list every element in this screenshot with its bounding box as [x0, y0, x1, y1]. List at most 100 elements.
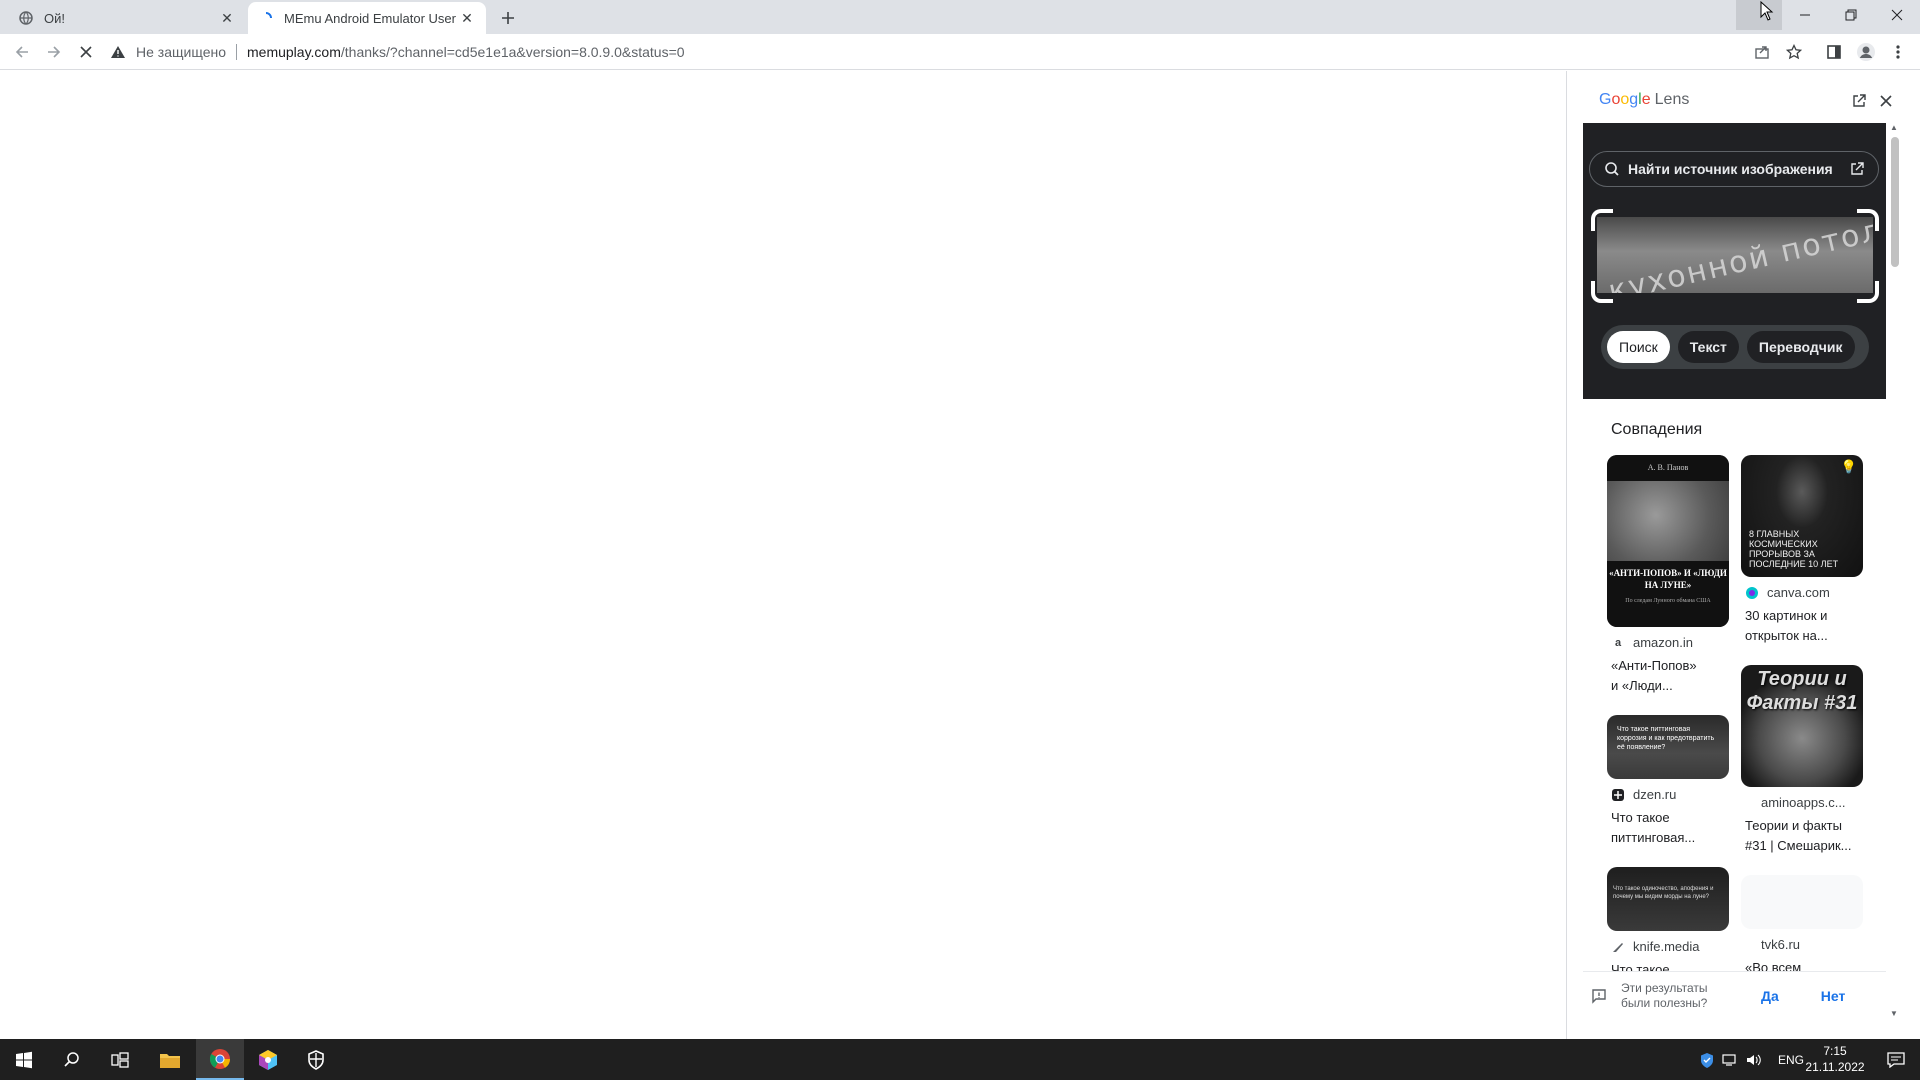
star-icon: [1786, 44, 1802, 60]
defender-taskbar-button[interactable]: [292, 1039, 340, 1080]
result-thumbnail[interactable]: А. В. Панов «АНТИ-ПОПОВ» И «ЛЮДИ НА ЛУНЕ…: [1607, 455, 1729, 627]
thumb-text: Что такое питтинговая коррозия и как пре…: [1617, 726, 1715, 751]
caption-line: Теории и факты: [1745, 818, 1842, 833]
result-source: a amazon.in: [1611, 635, 1731, 650]
result-source: canva.com: [1745, 585, 1865, 600]
open-external-icon: [1851, 162, 1864, 175]
warning-icon[interactable]: [110, 45, 128, 59]
result-card-amazon[interactable]: А. В. Панов «АНТИ-ПОПОВ» И «ЛЮДИ НА ЛУНЕ…: [1607, 455, 1731, 696]
result-source: dzen.ru: [1611, 787, 1731, 802]
menu-button[interactable]: [1886, 40, 1910, 64]
lightbulb-icon: 💡: [1840, 459, 1857, 474]
restore-button[interactable]: [1828, 0, 1874, 30]
feedback-yes-button[interactable]: Да: [1761, 988, 1779, 1004]
stop-icon: [80, 46, 92, 58]
chrome-taskbar-button[interactable]: [196, 1039, 244, 1080]
folder-icon: [160, 1053, 180, 1068]
mode-translate[interactable]: Переводчик: [1746, 331, 1855, 363]
find-image-source-label: Найти источник изображения: [1628, 161, 1833, 177]
crop-handle-top-right[interactable]: [1857, 209, 1879, 231]
security-label[interactable]: Не защищено: [136, 44, 226, 60]
url-path: /thanks/?channel=cd5e1e1a&version=8.0.9.…: [340, 44, 685, 60]
start-button[interactable]: [0, 1039, 48, 1080]
tab-oops[interactable]: Ой! ✕: [8, 2, 246, 34]
result-thumbnail[interactable]: 💡 8 ГЛАВНЫХ КОСМИЧЕСКИХ ПРОРЫВОВ ЗА ПОСЛ…: [1741, 455, 1863, 577]
share-button[interactable]: [1750, 40, 1774, 64]
task-view-button[interactable]: [96, 1039, 144, 1080]
notifications-button[interactable]: [1872, 1039, 1920, 1080]
caption-line: Что такое: [1611, 810, 1670, 825]
open-in-new-tab-button[interactable]: [1852, 94, 1866, 113]
amazon-icon: a: [1614, 636, 1622, 649]
dzen-icon: [1611, 788, 1625, 802]
bookmark-button[interactable]: [1782, 40, 1806, 64]
back-button[interactable]: [10, 40, 34, 64]
close-panel-button[interactable]: [1880, 94, 1892, 112]
lens-mode-switcher: Поиск Текст Переводчик: [1601, 325, 1869, 369]
volume-tray-icon[interactable]: [1742, 1053, 1766, 1067]
result-source: knife.media: [1611, 939, 1731, 954]
result-card-aminoapps[interactable]: Теории и Факты #31 aminoapps.c... Теории…: [1741, 665, 1865, 856]
caption-line: открыток на...: [1745, 628, 1828, 643]
forward-button[interactable]: [42, 40, 66, 64]
result-thumbnail[interactable]: Что такое одиночество, апофения и почему…: [1607, 867, 1729, 931]
result-card-dzen[interactable]: Что такое питтинговая коррозия и как пре…: [1607, 715, 1731, 848]
result-thumbnail[interactable]: Что такое питтинговая коррозия и как пре…: [1607, 715, 1729, 779]
crop-handle-bottom-right[interactable]: [1857, 281, 1879, 303]
mode-search[interactable]: Поиск: [1607, 331, 1670, 363]
restore-icon: [1845, 9, 1857, 21]
result-source: tvk6.ru: [1761, 937, 1865, 952]
open-external-icon: [1853, 94, 1866, 107]
mode-text[interactable]: Текст: [1677, 331, 1739, 363]
close-window-button[interactable]: [1874, 0, 1920, 30]
app-taskbar-button[interactable]: [244, 1039, 292, 1080]
taskbar-clock[interactable]: 7:15 21.11.2022: [1800, 1043, 1870, 1075]
side-panel-button[interactable]: [1822, 40, 1846, 64]
source-label: tvk6.ru: [1761, 937, 1801, 952]
minimize-icon: [1800, 14, 1810, 16]
result-card-tvk6[interactable]: tvk6.ru «Во всем: [1741, 875, 1865, 978]
scroll-up-icon[interactable]: ▲: [1890, 123, 1898, 132]
side-panel-icon: [1827, 45, 1841, 59]
result-card-canva[interactable]: 💡 8 ГЛАВНЫХ КОСМИЧЕСКИХ ПРОРЫВОВ ЗА ПОСЛ…: [1741, 455, 1865, 646]
tab-memu[interactable]: MEmu Android Emulator User Gu ✕: [248, 2, 486, 34]
windows-security-tray-icon[interactable]: [1696, 1052, 1718, 1068]
tab-close-icon[interactable]: ✕: [218, 9, 236, 27]
profile-button[interactable]: [1854, 40, 1878, 64]
caption-line: питтинговая...: [1611, 830, 1696, 845]
search-button[interactable]: [48, 1039, 96, 1080]
thumb-text: Что такое одиночество, апофения и почему…: [1613, 886, 1714, 900]
crop-handle-bottom-left[interactable]: [1591, 281, 1613, 303]
address-bar[interactable]: Не защищено memuplay.com/thanks/?channel…: [110, 37, 1756, 67]
clock-date: 21.11.2022: [1805, 1060, 1865, 1074]
panel-scrollbar[interactable]: ▲ ▼: [1887, 123, 1901, 1018]
tab-close-icon[interactable]: ✕: [458, 9, 476, 27]
minimize-button[interactable]: [1782, 0, 1828, 30]
caption-line: #31 | Смешарик...: [1745, 838, 1852, 853]
result-thumbnail[interactable]: Теории и Факты #31: [1741, 665, 1863, 787]
file-explorer-button[interactable]: [146, 1039, 194, 1080]
result-thumbnail-placeholder[interactable]: [1741, 875, 1863, 929]
feedback-no-button[interactable]: Нет: [1821, 988, 1846, 1004]
back-arrow-icon: [15, 46, 28, 58]
stop-loading-button[interactable]: [74, 40, 98, 64]
notification-icon: [1887, 1051, 1905, 1068]
canva-icon: [1745, 586, 1759, 600]
crop-selection[interactable]: кухонной потолок: [1591, 209, 1879, 303]
crop-handle-top-left[interactable]: [1591, 209, 1613, 231]
scroll-thumb[interactable]: [1891, 137, 1899, 267]
tab-search-button[interactable]: [1736, 0, 1782, 30]
scroll-down-icon[interactable]: ▼: [1890, 1009, 1898, 1018]
result-card-knife[interactable]: Что такое одиночество, апофения и почему…: [1607, 867, 1731, 974]
find-image-source-button[interactable]: Найти источник изображения: [1589, 151, 1879, 187]
network-tray-icon[interactable]: [1718, 1053, 1742, 1067]
new-tab-button[interactable]: [496, 6, 520, 30]
page-content: [0, 71, 1566, 1039]
thumb-text: Теории и Факты #31: [1746, 668, 1858, 714]
thumb-title-text: «АНТИ-ПОПОВ» И «ЛЮДИ НА ЛУНЕ»: [1609, 568, 1727, 590]
screen: Ой! ✕ MEmu Android Emulator User Gu ✕ Не…: [0, 0, 1920, 1080]
cropped-image-text: кухонной потолок: [1605, 217, 1873, 293]
share-icon: [1755, 46, 1769, 59]
close-icon: [1891, 9, 1903, 21]
thumb-author: А. В. Панов: [1607, 455, 1729, 481]
